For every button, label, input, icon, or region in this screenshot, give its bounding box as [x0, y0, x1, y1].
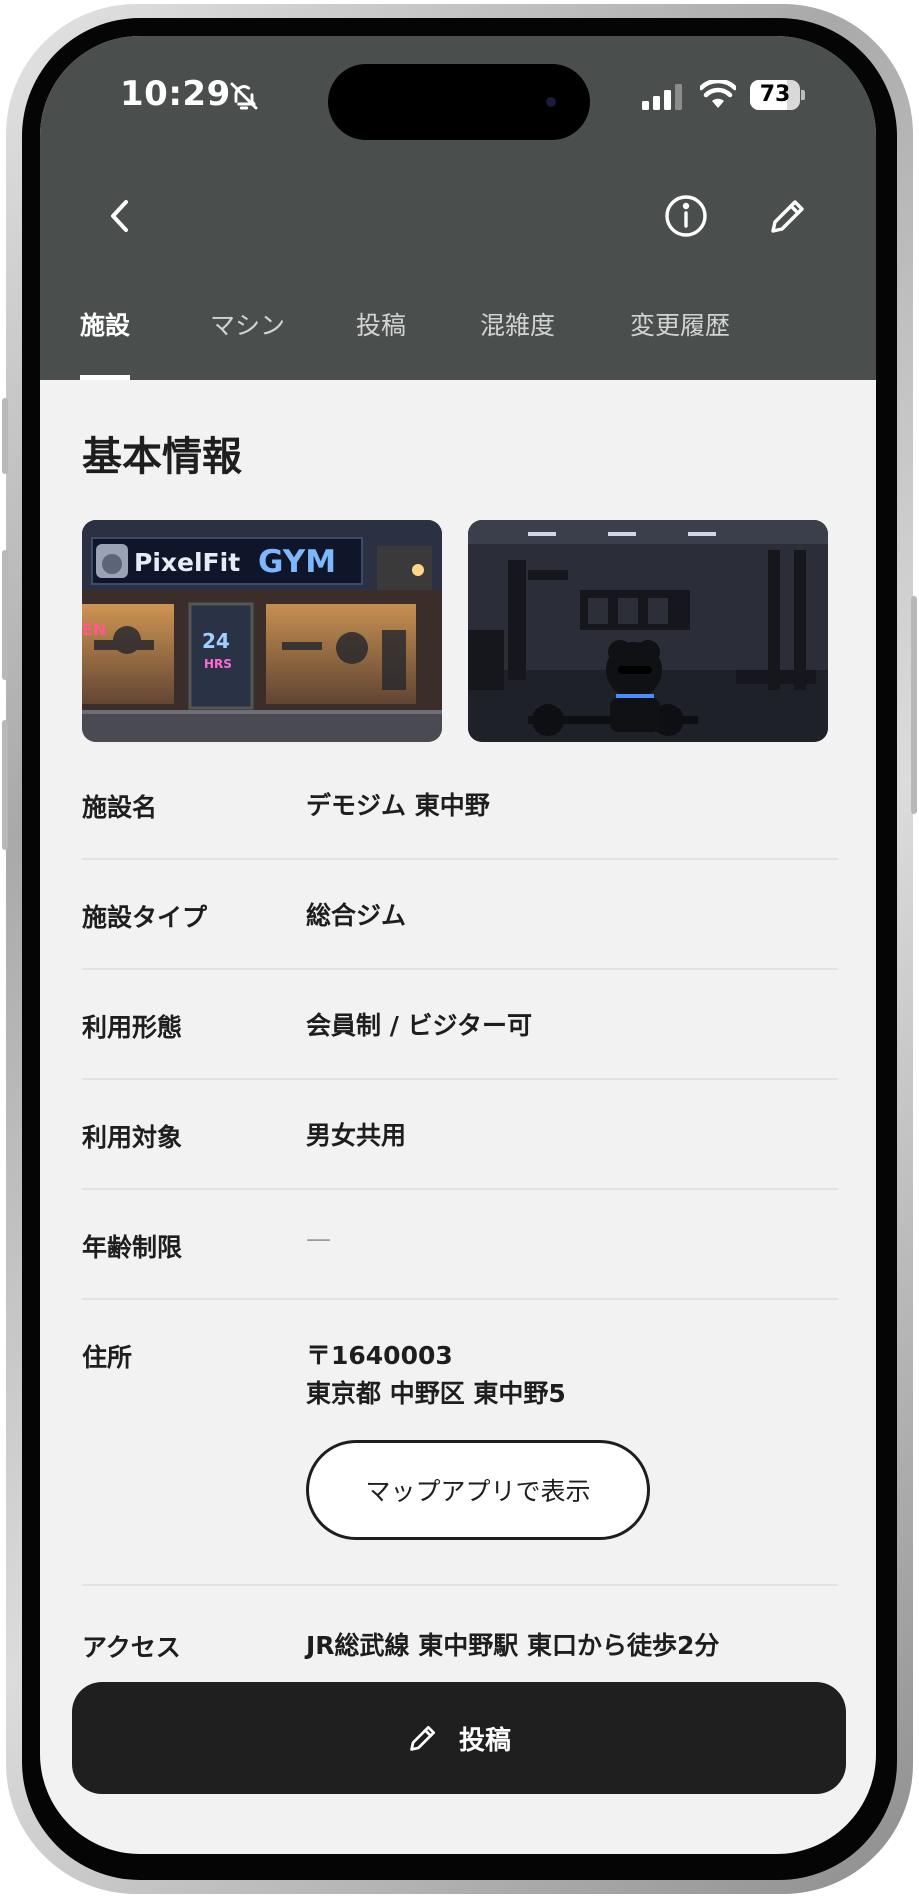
- tab-facility[interactable]: 施設: [80, 306, 131, 380]
- row-address: 住所 〒1640003 東京都 中野区 東中野5 マップアプリで表示: [82, 1300, 838, 1586]
- access-value: JR総武線 東中野駅 東口から徒歩2分: [306, 1631, 720, 1660]
- svg-text:GYM: GYM: [258, 544, 336, 580]
- back-chevron-icon: [111, 200, 128, 232]
- age-limit-value: —: [306, 1224, 331, 1253]
- row-age-limit: 年齢制限 —: [82, 1190, 838, 1300]
- post-button-label: 投稿: [458, 1725, 511, 1756]
- usage-form-value: 会員制 / ビジター可: [306, 1011, 533, 1040]
- facility-name-value: デモジム 東中野: [306, 791, 490, 820]
- tab-indicator: [80, 375, 131, 380]
- volume-down-button: [2, 720, 8, 850]
- target-users-value: 男女共用: [306, 1121, 407, 1150]
- open-map-app-button[interactable]: マップアプリで表示: [306, 1440, 650, 1540]
- back-button[interactable]: [90, 186, 150, 246]
- svg-text:HRS: HRS: [204, 657, 232, 671]
- row-usage-form: 利用形態 会員制 / ビジター可: [82, 970, 838, 1080]
- interior-image: [468, 520, 828, 742]
- row-label: 利用対象: [82, 1123, 183, 1152]
- svg-text:EN: EN: [82, 620, 106, 639]
- row-label: 利用形態: [82, 1013, 183, 1042]
- status-bar: 10:29 73: [40, 36, 876, 156]
- tab-label: マシン: [210, 311, 286, 340]
- battery-icon: 73: [750, 80, 805, 110]
- battery-tip: [801, 90, 805, 100]
- section-title: 基本情報: [82, 434, 242, 480]
- row-facility-name: 施設名 デモジム 東中野: [82, 750, 838, 860]
- tab-bar: 施設 マシン 投稿 混雑度 変更履歴: [40, 306, 876, 380]
- tab-machines[interactable]: マシン: [210, 306, 285, 380]
- volume-up-button: [2, 550, 8, 680]
- row-label: アクセス: [82, 1633, 181, 1662]
- screen: 10:29 73 施設 マシン 投稿 混雑度 変更履歴 基本情報 PixelFi…: [40, 36, 876, 1854]
- tab-crowdedness[interactable]: 混雑度: [480, 306, 555, 380]
- pencil-icon: [771, 200, 804, 233]
- postal-code-value: 〒1640003: [306, 1341, 453, 1370]
- tab-change-history[interactable]: 変更履歴: [630, 306, 730, 380]
- tab-label: 変更履歴: [630, 311, 731, 340]
- storefront-image: PixelFit GYM 24 HRS EN: [82, 520, 442, 742]
- row-label: 施設タイプ: [82, 903, 208, 932]
- bell-slash-icon: [230, 82, 258, 110]
- wifi-icon: [700, 80, 736, 108]
- cellular-signal-icon: [642, 84, 682, 110]
- row-label: 施設名: [82, 793, 158, 822]
- address-value: 東京都 中野区 東中野5: [306, 1379, 566, 1408]
- pencil-icon: [410, 1725, 436, 1751]
- header: 10:29 73 施設 マシン 投稿 混雑度 変更履歴: [40, 36, 876, 380]
- dynamic-island: [328, 64, 590, 140]
- tab-label: 施設: [80, 311, 131, 340]
- camera-dot: [546, 97, 556, 107]
- row-target-users: 利用対象 男女共用: [82, 1080, 838, 1190]
- facility-type-value: 総合ジム: [306, 901, 407, 930]
- tab-label: 投稿: [356, 311, 407, 340]
- row-label: 年齢制限: [82, 1233, 183, 1262]
- battery-body: 73: [750, 80, 800, 110]
- photo-interior[interactable]: [468, 520, 828, 742]
- mute-switch: [2, 398, 8, 474]
- row-access: アクセス JR総武線 東中野駅 東口から徒歩2分: [82, 1586, 838, 1696]
- sign-text-pixelfit: PixelFit: [134, 548, 240, 577]
- tab-label: 混雑度: [480, 311, 556, 340]
- status-time: 10:29: [120, 74, 231, 114]
- edit-button[interactable]: [758, 186, 818, 246]
- row-facility-type: 施設タイプ 総合ジム: [82, 860, 838, 970]
- svg-text:24: 24: [202, 629, 230, 653]
- tab-posts[interactable]: 投稿: [356, 306, 406, 380]
- photo-storefront[interactable]: PixelFit GYM 24 HRS EN: [82, 520, 442, 742]
- power-button: [911, 596, 917, 814]
- post-button[interactable]: 投稿: [72, 1682, 846, 1794]
- info-button[interactable]: [656, 186, 716, 246]
- row-label: 住所: [82, 1343, 133, 1372]
- info-icon: [665, 195, 707, 237]
- battery-percent: 73: [759, 82, 791, 107]
